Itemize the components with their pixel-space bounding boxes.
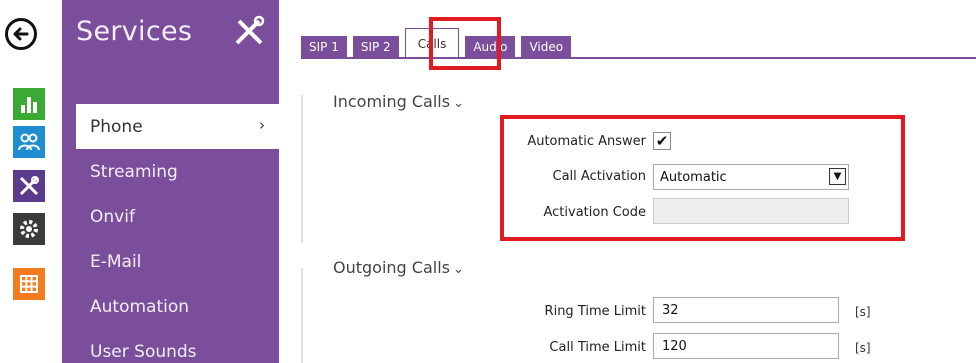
directory-button[interactable]: [13, 126, 45, 158]
tab-video[interactable]: Video: [521, 36, 572, 58]
ring-time-limit-input[interactable]: 32: [653, 297, 839, 323]
menu-item-streaming[interactable]: Streaming: [76, 149, 279, 194]
tab-highlight-box: [429, 17, 501, 70]
back-button[interactable]: [5, 18, 37, 50]
tools-icon: [232, 14, 266, 48]
menu-item-user-sounds[interactable]: User Sounds: [76, 329, 279, 363]
services-menu: Phone › Streaming Onvif E-Mail Automatio…: [76, 104, 279, 363]
menu-item-phone[interactable]: Phone ›: [76, 104, 279, 149]
services-title: Services: [76, 16, 193, 47]
outgoing-calls-title[interactable]: Outgoing Calls ⌄: [333, 258, 464, 277]
status-chart-icon: [21, 97, 37, 113]
call-time-limit-label: Call Time Limit: [549, 340, 646, 355]
section-title-text: Incoming Calls: [333, 92, 451, 111]
section-rule: [301, 268, 303, 363]
call-time-unit: [s]: [855, 341, 871, 355]
services-tools-icon: [19, 176, 39, 196]
menu-item-email[interactable]: E-Mail: [76, 239, 279, 284]
apps-button[interactable]: [13, 268, 45, 300]
section-rule: [301, 95, 303, 243]
tab-underline: [301, 57, 976, 59]
menu-item-label: Phone: [90, 116, 143, 137]
ring-time-unit: [s]: [855, 305, 871, 319]
tab-sip1[interactable]: SIP 1: [301, 36, 347, 58]
tab-sip2[interactable]: SIP 2: [352, 36, 399, 58]
services-button[interactable]: [13, 170, 45, 202]
apps-grid-icon: [20, 275, 38, 293]
nav-rail: [0, 0, 50, 363]
system-button[interactable]: [13, 213, 45, 245]
section-title-text: Outgoing Calls: [333, 258, 450, 277]
chevron-down-icon: ⌄: [452, 262, 464, 277]
menu-item-onvif[interactable]: Onvif: [76, 194, 279, 239]
chevron-down-icon: ⌄: [453, 96, 464, 111]
status-button[interactable]: [13, 88, 45, 120]
call-time-limit-input[interactable]: 120: [653, 333, 839, 359]
back-arrow-icon: [13, 27, 29, 41]
services-panel: Services Phone › Streaming Onvif E-Mail …: [62, 0, 279, 363]
fields-highlight-box: [500, 115, 905, 241]
ring-time-limit-label: Ring Time Limit: [544, 304, 646, 319]
menu-item-automation[interactable]: Automation: [76, 284, 279, 329]
chevron-right-icon: ›: [259, 116, 265, 134]
directory-users-icon: [18, 133, 40, 151]
incoming-calls-title[interactable]: Incoming Calls ⌄: [333, 92, 464, 111]
system-gear-icon: [20, 220, 38, 238]
